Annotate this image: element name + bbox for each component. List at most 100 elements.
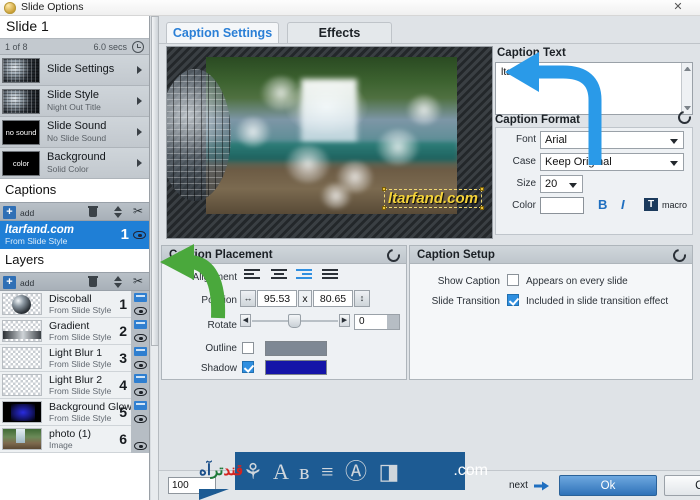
case-select[interactable]: Keep Original [540, 153, 684, 171]
align-right-button[interactable] [296, 268, 314, 282]
add-caption-button[interactable]: + add [3, 206, 34, 219]
layer-name: Light Blur 2 [49, 375, 111, 386]
bokeh-shape [236, 117, 270, 147]
resize-handle[interactable] [382, 187, 386, 191]
plus-icon: + [3, 276, 16, 289]
list-item-layer[interactable]: Gradient From Slide Style 2 [0, 318, 149, 345]
add-layer-button[interactable]: + add [3, 276, 34, 289]
move-vertical-icon[interactable]: ↕ [354, 290, 370, 307]
sidebar-item-slide-style[interactable]: Slide Style Night Out Title [0, 86, 149, 117]
trash-icon[interactable] [87, 205, 99, 219]
slider-increase-button[interactable]: ▶ [339, 314, 350, 327]
sort-icon[interactable] [110, 205, 122, 219]
bokeh-shape [286, 145, 330, 183]
monitor-icon[interactable] [134, 293, 147, 302]
sidebar-item-slide-sound[interactable]: no sound Slide Sound No Slide Sound [0, 117, 149, 148]
preview-caption[interactable]: ltarfand.com [384, 189, 482, 208]
bokeh-shape [377, 129, 419, 165]
resize-handle[interactable] [382, 206, 386, 210]
list-item-caption[interactable]: ltarfand.com From Slide Style 1 [0, 221, 149, 249]
tab-caption-settings[interactable]: Caption Settings [166, 22, 279, 44]
thumbnail: color [2, 151, 40, 176]
reset-icon[interactable] [670, 246, 688, 264]
slide-transition-checkbox[interactable] [507, 294, 519, 306]
show-caption-checkbox[interactable] [507, 274, 519, 286]
next-label[interactable]: next [509, 480, 528, 491]
eye-icon[interactable] [133, 231, 146, 239]
outline-checkbox[interactable] [242, 342, 254, 354]
tools-icon[interactable]: ✂ [133, 205, 145, 219]
list-item-layer[interactable]: Background Glow From Slide Style 5 [0, 399, 149, 426]
italic-button[interactable]: I [621, 197, 625, 212]
watermark-logos: ⚘ Α ʙ ≡ Ⓐ ◨ [243, 454, 418, 488]
list-item-layer[interactable]: Discoball From Slide Style 1 [0, 291, 149, 318]
align-justify-button[interactable] [322, 268, 340, 282]
eye-icon[interactable] [134, 361, 147, 369]
rotate-stepper[interactable] [387, 315, 399, 329]
monitor-icon[interactable] [134, 347, 147, 356]
move-horizontal-icon[interactable]: ↔ [240, 290, 256, 307]
trash-icon[interactable] [87, 275, 99, 289]
font-select[interactable]: Arial [540, 131, 684, 149]
rotate-slider[interactable]: ◀ ▶ [240, 314, 350, 328]
color-swatch[interactable] [540, 197, 584, 214]
chevron-right-icon [137, 128, 142, 136]
layer-controls [131, 399, 149, 426]
case-value: Keep Original [545, 156, 612, 168]
sidebar-item-slide-settings[interactable]: Slide Settings [0, 55, 149, 86]
sort-icon[interactable] [110, 275, 122, 289]
ok-button[interactable]: Ok [559, 475, 657, 496]
scrollbar-thumb[interactable] [151, 16, 159, 346]
tools-icon[interactable]: ✂ [133, 275, 145, 289]
reset-icon[interactable] [675, 108, 693, 126]
tab-effects[interactable]: Effects [287, 22, 392, 44]
monitor-icon[interactable] [134, 401, 147, 410]
thumbnail: no sound [2, 120, 40, 145]
bold-button[interactable]: B [598, 197, 607, 212]
option-label: Background [47, 152, 106, 164]
close-icon[interactable]: ✕ [668, 1, 688, 15]
eye-icon[interactable] [134, 388, 147, 396]
slide-preview[interactable]: ltarfand.com [166, 46, 493, 239]
slider-decrease-button[interactable]: ◀ [240, 314, 251, 327]
chevron-up-icon[interactable] [684, 65, 691, 71]
monitor-icon[interactable] [134, 320, 147, 329]
layer-order: 3 [119, 350, 127, 366]
align-center-button[interactable] [270, 268, 288, 282]
list-item-layer[interactable]: Light Blur 2 From Slide Style 4 [0, 372, 149, 399]
resize-handle[interactable] [480, 206, 484, 210]
sidebar-item-background[interactable]: color Background Solid Color [0, 148, 149, 179]
caption-text-title: Caption Text [495, 46, 693, 62]
eye-icon[interactable] [134, 334, 147, 342]
list-item-layer[interactable]: Light Blur 1 From Slide Style 3 [0, 345, 149, 372]
macro-icon[interactable]: T [644, 198, 658, 211]
slider-handle[interactable] [288, 314, 301, 328]
preview-caption-text: ltarfand.com [388, 190, 478, 207]
list-item-layer[interactable]: photo (1) Image 6 [0, 426, 149, 453]
shadow-color-swatch[interactable] [265, 360, 327, 375]
caption-text-scrollbar[interactable] [681, 63, 692, 114]
rotate-value-input[interactable]: 0 [359, 316, 365, 327]
position-y-input[interactable]: 80.65 [313, 290, 353, 307]
option-sublabel: Night Out Title [47, 103, 101, 112]
eye-icon[interactable] [134, 442, 147, 450]
outline-color-swatch[interactable] [265, 341, 327, 356]
caption-text-input[interactable]: ltarfand.com [496, 63, 692, 81]
monitor-icon[interactable] [134, 374, 147, 383]
eye-icon[interactable] [134, 307, 147, 315]
resize-handle[interactable] [480, 187, 484, 191]
macro-label[interactable]: macro [662, 200, 687, 210]
shadow-checkbox[interactable] [242, 361, 254, 373]
cancel-button[interactable]: Cancel [664, 475, 700, 496]
next-arrow-icon[interactable] [534, 481, 549, 491]
eye-icon[interactable] [134, 415, 147, 423]
thumbnail [2, 320, 42, 342]
layer-order: 1 [119, 296, 127, 312]
size-select[interactable]: 20 [540, 175, 583, 193]
sidebar-scrollbar[interactable] [151, 16, 159, 500]
option-sublabel: Solid Color [47, 165, 106, 174]
reset-icon[interactable] [384, 246, 402, 264]
align-left-button[interactable] [244, 268, 262, 282]
waterfall-shape [301, 79, 356, 150]
position-x-input[interactable]: 95.53 [257, 290, 297, 307]
